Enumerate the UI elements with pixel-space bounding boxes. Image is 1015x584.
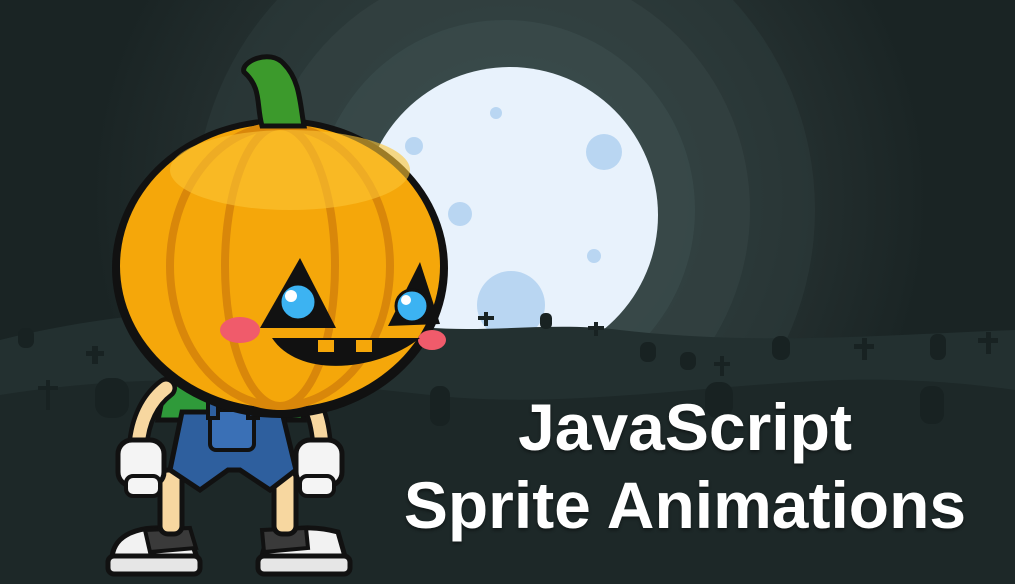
banner-title: JavaScript Sprite Animations [340, 388, 1015, 544]
banner-scene: JavaScript Sprite Animations [0, 0, 1015, 584]
right-glove [293, 437, 345, 498]
title-line-2: Sprite Animations [403, 468, 967, 542]
title-line-1: JavaScript [518, 390, 852, 464]
right-shoe [255, 525, 353, 577]
left-glove [115, 437, 167, 498]
